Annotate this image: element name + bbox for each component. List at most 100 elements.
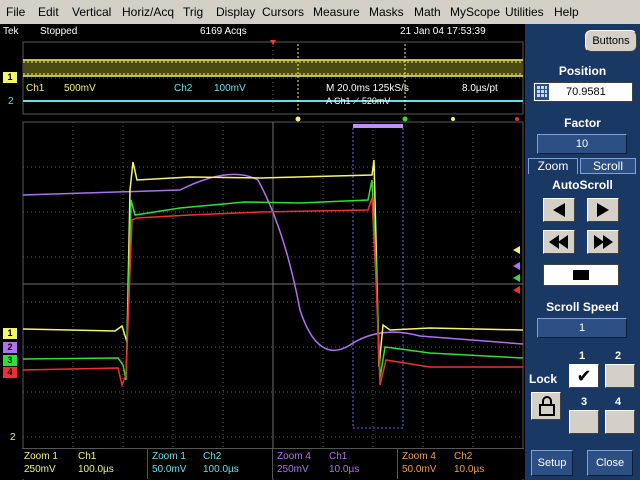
ch1-offset-arrow <box>513 246 520 254</box>
overview-ch1-marker[interactable]: 1 <box>3 72 17 83</box>
menu-horiz-acq[interactable]: Horiz/Acq <box>122 5 174 19</box>
lock-number-1: 1 <box>579 350 586 362</box>
lock-zoom4-checkbox[interactable] <box>605 410 635 434</box>
menu-help[interactable]: Help <box>554 5 579 19</box>
position-label: Position <box>558 64 607 78</box>
readout-vdiv: 250mV <box>277 464 309 475</box>
control-panel: Buttons Position 70.9581 Factor 10 Zoom … <box>525 24 640 480</box>
lock-toggle-button[interactable] <box>531 392 561 420</box>
readout-channel: Ch1 <box>78 451 97 462</box>
setup-button[interactable]: Setup <box>531 450 573 476</box>
readout-vdiv: 50.0mV <box>402 464 437 475</box>
ch3-marker[interactable]: 3 <box>3 355 17 366</box>
readout-tdiv: 100.0µs <box>78 464 114 475</box>
lock-number-4: 4 <box>615 396 622 408</box>
lock-number-2: 2 <box>615 350 622 362</box>
zoom1-dot <box>295 116 301 122</box>
lock-zoom1-checkbox[interactable]: ✔ <box>569 364 599 388</box>
overview-ch2-scale: 100mV <box>214 83 246 94</box>
acquisition-count: 6169 Acqs <box>200 26 247 37</box>
menu-math[interactable]: Math <box>414 5 441 19</box>
readout-group[interactable]: Zoom 1 Ch1 250mV 100.0µs <box>22 449 147 479</box>
scroll-right-button[interactable] <box>587 198 619 222</box>
overview-ch2-label: Ch2 <box>174 83 193 94</box>
menu-bar: File Edit Vertical Horiz/Acq Trig Displa… <box>0 0 640 25</box>
lock-zoom3-checkbox[interactable] <box>569 410 599 434</box>
readout-zoom: Zoom 1 <box>152 451 186 462</box>
menu-edit[interactable]: Edit <box>38 5 59 19</box>
readout-vdiv: 50.0mV <box>152 464 187 475</box>
scroll-speed-label: Scroll Speed <box>546 300 619 314</box>
overview-marker-dot <box>451 117 455 121</box>
menu-cursors[interactable]: Cursors <box>262 5 304 19</box>
close-button[interactable]: Close <box>587 450 633 476</box>
trigger-readout: A Ch1 ⟋ 520mV <box>326 96 391 106</box>
menu-file[interactable]: File <box>6 5 25 19</box>
zoom-readout-bar: Zoom 1 Ch1 250mV 100.0µs Zoom 1 Ch2 50.0… <box>22 448 524 479</box>
overview-ch2-marker[interactable]: 2 <box>8 96 14 107</box>
stop-scroll-button[interactable] <box>543 264 619 286</box>
ch3-offset-arrow <box>513 262 520 270</box>
tab-zoom[interactable]: Zoom <box>528 158 578 174</box>
ch4-marker[interactable]: 4 <box>3 367 17 378</box>
zoom4-window-bar <box>353 124 403 128</box>
acquisition-state: Stopped <box>40 26 78 37</box>
overview-ch1-scale: 500mV <box>64 83 96 94</box>
menu-myscope[interactable]: MyScope <box>450 5 500 19</box>
readout-zoom: Zoom 1 <box>24 451 58 462</box>
factor-value[interactable]: 10 <box>537 134 627 154</box>
readout-group[interactable]: Zoom 4 Ch2 50.0mV 10.0µs <box>397 449 525 479</box>
rewind-icon <box>549 235 568 249</box>
waveform-canvas[interactable] <box>0 40 525 480</box>
play-right-icon <box>597 203 609 217</box>
readout-channel: Ch2 <box>454 451 473 462</box>
position-value[interactable]: 70.9581 <box>566 86 606 98</box>
readout-group[interactable]: Zoom 4 Ch1 250mV 10.0µs <box>272 449 398 479</box>
position-input-box[interactable]: 70.9581 <box>533 82 633 102</box>
menu-display[interactable]: Display <box>216 5 255 19</box>
brand-logo: Tek <box>3 26 19 37</box>
readout-zoom: Zoom 4 <box>277 451 311 462</box>
scroll-left-button[interactable] <box>543 198 575 222</box>
readout-channel: Ch1 <box>329 451 348 462</box>
readout-vdiv: 250mV <box>24 464 56 475</box>
menu-trig[interactable]: Trig <box>183 5 203 19</box>
stop-icon <box>573 270 589 280</box>
fast-forward-icon <box>594 235 613 249</box>
ch2-ground-marker[interactable]: 2 <box>10 432 16 443</box>
padlock-icon <box>539 396 555 416</box>
menu-measure[interactable]: Measure <box>313 5 360 19</box>
ch4-offset-arrow <box>513 274 520 282</box>
zoom4-dot <box>402 116 408 122</box>
fast-scroll-right-button[interactable] <box>587 230 619 254</box>
status-bar: Tek Stopped 6169 Acqs 21 Jan 04 17:53:39 <box>0 24 525 40</box>
menu-masks[interactable]: Masks <box>369 5 404 19</box>
fast-scroll-left-button[interactable] <box>543 230 575 254</box>
autoscroll-label: AutoScroll <box>552 178 613 192</box>
lock-number-3: 3 <box>581 396 588 408</box>
scroll-speed-value[interactable]: 1 <box>537 318 627 338</box>
red-offset-arrow <box>513 286 520 294</box>
keypad-icon[interactable] <box>535 84 549 100</box>
ch1-marker[interactable]: 1 <box>3 328 17 339</box>
readout-tdiv: 10.0µs <box>454 464 485 475</box>
scope-display[interactable]: 1 2 Ch1 500mV Ch2 100mV M 20.0ms 125kS/s… <box>0 40 525 480</box>
zoom4-window <box>352 125 404 429</box>
overview-marker-dot <box>515 117 519 121</box>
tab-scroll[interactable]: Scroll <box>580 158 636 174</box>
buttons-button[interactable]: Buttons <box>585 30 637 52</box>
date-time: 21 Jan 04 17:53:39 <box>400 26 486 37</box>
play-left-icon <box>553 203 565 217</box>
factor-label: Factor <box>564 116 601 130</box>
readout-group[interactable]: Zoom 1 Ch2 50.0mV 100.0µs <box>147 449 273 479</box>
readout-tdiv: 100.0µs <box>203 464 239 475</box>
lock-label: Lock <box>529 372 558 386</box>
resolution-readout: 8.0µs/pt <box>462 83 498 94</box>
menu-utilities[interactable]: Utilities <box>505 5 544 19</box>
readout-channel: Ch2 <box>203 451 222 462</box>
lock-zoom2-checkbox[interactable] <box>605 364 635 388</box>
menu-vertical[interactable]: Vertical <box>72 5 111 19</box>
ch2-marker[interactable]: 2 <box>3 342 17 353</box>
timebase-readout: M 20.0ms 125kS/s <box>326 83 409 94</box>
readout-tdiv: 10.0µs <box>329 464 360 475</box>
